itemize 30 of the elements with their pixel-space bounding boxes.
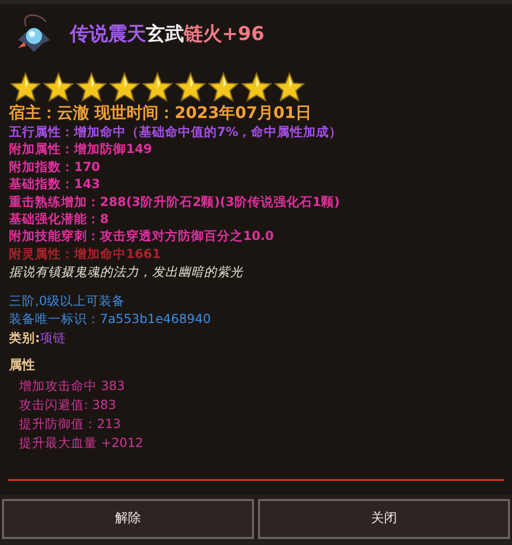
item-title: 传说震天玄武链火+96 — [70, 22, 264, 47]
attribute-line: 附加属性：增加防御149 — [9, 140, 154, 158]
star-icon — [76, 72, 107, 102]
action-button[interactable]: 解除 — [2, 499, 254, 539]
category-text: 类别:项链 — [8, 329, 67, 348]
item-description: 据说有镇摄鬼魂的法力，发出幽暗的紫光 — [8, 263, 244, 282]
star-icon — [109, 72, 140, 102]
requirement-text: 三阶,0级以上可装备 — [8, 292, 126, 310]
attribute-line: 重击熟练增加：288(3阶升阶石2颗)(3阶传说强化石1颗) — [9, 192, 341, 210]
action-button[interactable]: 关闭 — [258, 499, 510, 539]
attribute-line: 基础强化潜能：8 — [9, 210, 110, 228]
attribute-line: 五行属性：增加命中（基础命中值的7%，命中属性加成） — [9, 123, 344, 140]
star-icon — [241, 72, 272, 102]
property-line: 攻击闪避值: 383 — [19, 396, 118, 414]
property-line: 增加攻击命中 383 — [19, 377, 126, 396]
unique-id-text: 装备唯一标识：7a553b1e468940 — [8, 310, 212, 328]
star-icon — [175, 72, 206, 102]
attribute-line: 附加技能穿刺：攻击穿透对方防御百分之10.0 — [9, 227, 275, 245]
star-icon — [10, 72, 41, 102]
star-icon — [142, 72, 173, 102]
owner-line: 宿主：云澈 现世时间：2023年07月01日 — [8, 103, 313, 123]
star-icon — [43, 72, 74, 102]
star-icon — [208, 72, 239, 102]
attribute-line: 基础指数：143 — [9, 175, 102, 193]
property-line: 提升最大血量 +2012 — [19, 434, 144, 452]
star-icon — [274, 72, 305, 102]
attribute-line: 附加指数：170 — [9, 158, 102, 176]
properties-heading: 属性 — [8, 357, 36, 376]
attribute-line: 附灵属性：增加命中1661 — [9, 244, 162, 262]
property-line: 提升防御值：213 — [19, 415, 122, 434]
